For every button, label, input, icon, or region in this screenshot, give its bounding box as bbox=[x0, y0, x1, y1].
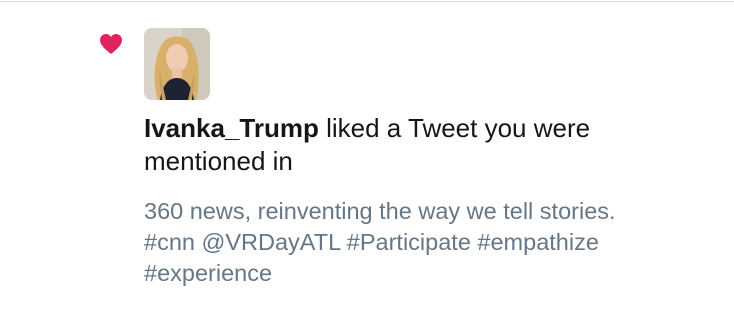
user-avatar[interactable] bbox=[144, 28, 210, 100]
like-notification[interactable]: Ivanka_Trump liked a Tweet you were ment… bbox=[0, 1, 734, 317]
username-link[interactable]: Ivanka_Trump bbox=[144, 113, 319, 143]
notification-headline: Ivanka_Trump liked a Tweet you were ment… bbox=[144, 112, 714, 178]
heart-icon bbox=[100, 34, 122, 54]
tweet-text[interactable]: 360 news, reinventing the way we tell st… bbox=[144, 196, 714, 289]
avatar-image bbox=[144, 28, 210, 100]
